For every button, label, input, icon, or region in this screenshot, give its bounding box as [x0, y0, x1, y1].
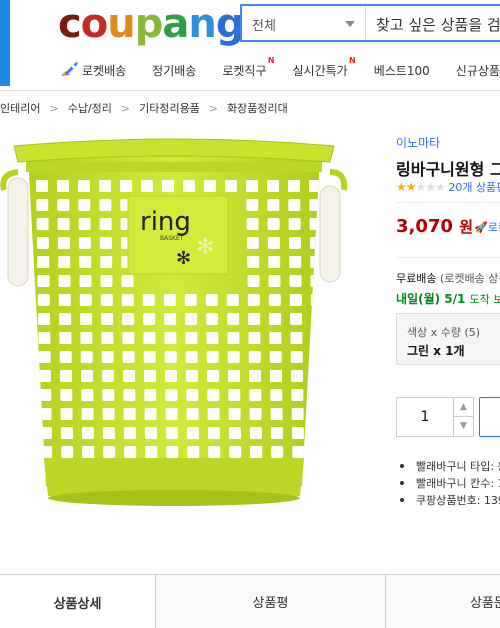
quantity-decrease-button[interactable]: ▼	[453, 417, 473, 436]
breadcrumb-separator: >	[49, 102, 59, 115]
star-icon: ★	[435, 180, 446, 194]
tab-label: 상품문의	[470, 596, 500, 611]
nav-item-new-products[interactable]: 신규상품	[456, 62, 500, 79]
rocket-badge: 🚀로켓배송	[474, 219, 500, 235]
nav-label: 신규상품	[455, 63, 500, 78]
new-badge: N	[267, 55, 275, 65]
coupang-logo[interactable]: coupang	[58, 0, 244, 48]
star-rating: ★★★★★	[396, 180, 446, 194]
side-category-tab[interactable]	[0, 0, 10, 86]
top-nav: 로켓배송 정기배송 로켓직구 N 실시간특가 N 베스트100 신규상품	[58, 56, 500, 84]
brand-link[interactable]: 이노마타	[396, 134, 440, 151]
divider	[396, 257, 500, 258]
price-value: 3,070	[396, 216, 453, 237]
logo-letter: n	[188, 1, 217, 47]
rating: ★★★★★ 20개 상품평	[396, 179, 500, 195]
detail-tabs: 상품상세 상품평 상품문의	[0, 574, 500, 628]
logo-letter: p	[134, 1, 164, 47]
tab-reviews[interactable]: 상품평	[156, 575, 386, 628]
attribute-item: 빨래바구니 칸수: 1칸	[398, 475, 500, 492]
nav-item-rocket-delivery[interactable]: 로켓배송	[82, 62, 126, 79]
search-bar: 전체 찾고 싶은 상품을 검색해보세요!	[240, 4, 500, 42]
tab-product-detail[interactable]: 상품상세	[0, 575, 156, 628]
arrival-date: 내일(월) 5/1	[396, 292, 466, 306]
star-icon: ★	[405, 180, 417, 194]
shipping-label: 무료배송	[396, 272, 437, 285]
logo-letter: a	[162, 1, 189, 47]
attribute-item: 쿠팡상품번호: 1390238	[398, 492, 500, 509]
svg-text:✻: ✻	[176, 248, 191, 269]
shipping-sub: (로켓배송 상품 19,800원 이상 구매 시)	[439, 272, 500, 285]
rocket-label: 로켓배송	[487, 221, 500, 234]
breadcrumb: 인테리어 > 수납/정리 > 기타정리용품 > 화장품정리대	[0, 100, 288, 116]
search-category-label: 전체	[252, 19, 276, 34]
quantity-increase-button[interactable]: ▲	[453, 398, 473, 417]
search-input[interactable]: 찾고 싶은 상품을 검색해보세요!	[376, 14, 500, 35]
quantity-input[interactable]: 1	[397, 398, 453, 436]
logo-letter: c	[58, 1, 82, 47]
search-category-select[interactable]: 전체	[242, 6, 366, 40]
breadcrumb-item[interactable]: 인테리어	[0, 102, 40, 115]
option-value: 그린 x 1개	[407, 344, 465, 358]
nav-label: 정기배송	[152, 63, 197, 78]
price: 3,070 원	[396, 216, 473, 237]
breadcrumb-item[interactable]: 수납/정리	[68, 102, 112, 115]
nav-label: 베스트100	[373, 63, 430, 78]
star-icon: ★	[415, 180, 427, 194]
breadcrumb-item[interactable]: 기타정리용품	[139, 102, 200, 115]
svg-text:✻: ✻	[196, 235, 214, 260]
arrival-sub: 도착 보장	[469, 293, 500, 306]
product-title: 링바구니원형 그린	[396, 160, 500, 179]
product-page: coupang 전체 찾고 싶은 상품을 검색해보세요! 로켓배송 정기배송 로…	[0, 0, 500, 628]
review-count-link[interactable]: 20개 상품평	[448, 181, 500, 194]
nav-item-live-deals[interactable]: 실시간특가 N	[292, 56, 356, 79]
product-image[interactable]: ring BASKET ✻ ✻	[0, 128, 350, 518]
option-label: 색상 x 수량 (5)	[407, 326, 481, 339]
breadcrumb-separator: >	[120, 102, 131, 115]
new-badge: N	[349, 55, 356, 65]
logo-letter: o	[80, 1, 109, 47]
nav-label: 로켓직구	[222, 63, 267, 78]
tab-label: 상품상세	[53, 596, 102, 612]
header-divider	[0, 90, 500, 91]
attribute-item: 빨래바구니 타입: 원형	[398, 458, 500, 475]
quantity-stepper: 1 ▲ ▼	[396, 397, 474, 437]
divider	[396, 202, 500, 203]
option-selector[interactable]: 색상 x 수량 (5) 그린 x 1개	[396, 313, 500, 365]
nav-item-best100[interactable]: 베스트100	[374, 62, 430, 79]
nav-item-subscription[interactable]: 정기배송	[152, 62, 196, 79]
rocket-icon: 🚀	[474, 221, 488, 234]
tab-qna[interactable]: 상품문의	[386, 575, 500, 628]
star-icon: ★	[425, 180, 436, 194]
add-to-cart-button[interactable]	[479, 397, 500, 437]
star-icon: ★	[396, 180, 407, 194]
tab-label: 상품평	[252, 596, 289, 611]
product-attributes: 빨래바구니 타입: 원형 빨래바구니 칸수: 1칸 쿠팡상품번호: 139023…	[398, 458, 500, 509]
svg-text:BASKET: BASKET	[160, 235, 184, 242]
shipping-info: 무료배송 (로켓배송 상품 19,800원 이상 구매 시)	[396, 270, 500, 286]
svg-text:ring: ring	[140, 207, 191, 237]
rocket-icon	[58, 61, 80, 79]
arrival-info: 내일(월) 5/1 도착 보장	[396, 290, 500, 307]
nav-item-rocket-direct[interactable]: 로켓직구 N	[222, 56, 274, 79]
price-unit: 원	[459, 218, 474, 236]
breadcrumb-item[interactable]: 화장품정리대	[227, 102, 288, 115]
breadcrumb-separator: >	[208, 102, 219, 115]
nav-label: 실시간특가	[292, 63, 348, 78]
chevron-down-icon	[345, 21, 355, 27]
logo-letter: u	[107, 1, 136, 47]
nav-label: 로켓배송	[82, 63, 127, 78]
